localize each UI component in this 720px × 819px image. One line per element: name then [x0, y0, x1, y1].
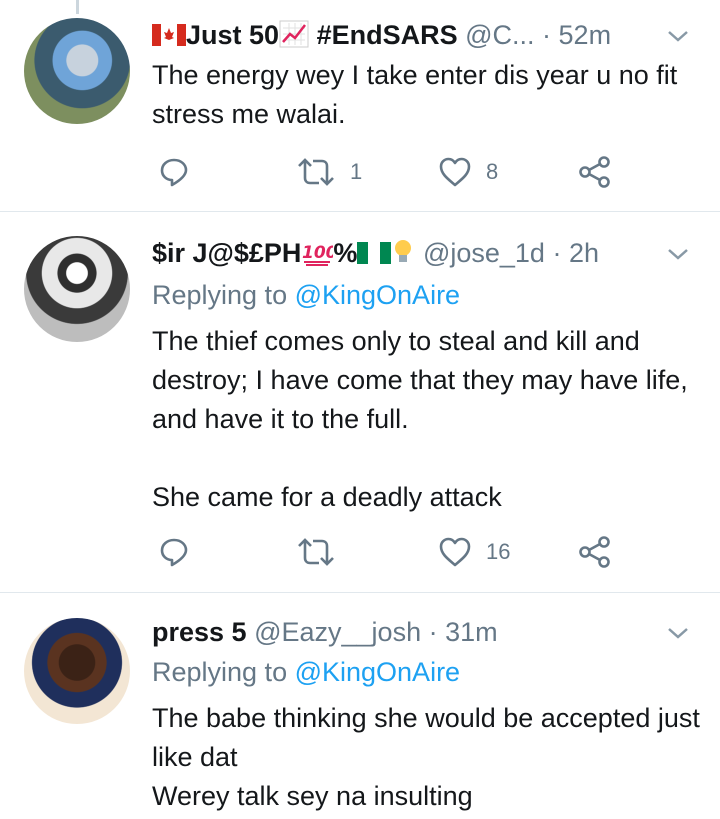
tweet-header: Just 50 #EndSARS @C... · 52m — [152, 18, 611, 52]
tweet-text: The babe thinking she would be accepted … — [152, 703, 700, 811]
retweet-button[interactable]: 1 — [296, 152, 362, 192]
like-count: 16 — [486, 539, 511, 564]
share-button[interactable] — [578, 532, 612, 572]
replying-to: Replying to @KingOnAire — [152, 278, 460, 312]
heart-icon — [439, 537, 471, 567]
replying-to: Replying to @KingOnAire — [152, 655, 460, 689]
separator: · — [534, 20, 559, 50]
tweet-header: press 5 @Eazy__josh · 31m — [152, 615, 498, 649]
reply-button[interactable] — [158, 152, 190, 192]
timestamp[interactable]: 31m — [445, 617, 498, 647]
display-name[interactable]: press 5 — [152, 617, 247, 647]
display-name-suffix: % — [333, 238, 358, 268]
timestamp[interactable]: 52m — [559, 20, 612, 50]
share-button[interactable] — [578, 152, 612, 192]
like-button[interactable]: 16 — [438, 532, 510, 572]
avatar[interactable] — [24, 618, 130, 724]
svg-text:100: 100 — [302, 243, 333, 263]
username[interactable]: @Eazy__josh — [254, 617, 421, 647]
share-icon — [579, 536, 610, 568]
timestamp[interactable]: 2h — [569, 238, 599, 268]
chart-emoji-icon — [279, 20, 309, 50]
tweet-actions: 16 — [0, 532, 720, 572]
like-count: 8 — [486, 159, 499, 184]
retweet-count: 1 — [350, 159, 363, 184]
tweet-actions: 1 8 — [0, 152, 720, 192]
chevron-down-icon[interactable] — [664, 240, 692, 268]
avatar[interactable] — [24, 18, 130, 124]
tweet-2[interactable]: $ir J@$£PH100% @jose_1d · 2h Replying to… — [0, 212, 720, 592]
retweet-icon — [298, 538, 334, 566]
chevron-down-icon[interactable] — [664, 22, 692, 50]
avatar[interactable] — [24, 236, 130, 342]
hundred-points-icon: 100 — [301, 238, 338, 268]
reply-icon — [160, 158, 188, 187]
like-button[interactable]: 8 — [438, 152, 498, 192]
tweet-text: The energy wey I take enter dis year u n… — [152, 60, 678, 129]
display-name[interactable]: Just 50 — [186, 20, 279, 50]
heart-icon — [439, 157, 471, 187]
display-name[interactable]: $ir J@$£PH — [152, 238, 301, 268]
share-icon — [579, 156, 610, 188]
username[interactable]: @C... — [465, 20, 534, 50]
reply-to-link[interactable]: @KingOnAire — [295, 280, 460, 310]
display-name-tag: #EndSARS — [309, 20, 458, 50]
replying-to-label: Replying to — [152, 280, 295, 310]
tweet-3[interactable]: press 5 @Eazy__josh · 31m Replying to @K… — [0, 593, 720, 819]
canada-flag-icon — [152, 20, 186, 46]
replying-to-label: Replying to — [152, 657, 295, 687]
chevron-down-icon[interactable] — [664, 619, 692, 647]
retweet-button[interactable] — [296, 532, 350, 572]
separator: · — [544, 238, 569, 268]
lightbulb-icon — [391, 238, 415, 268]
nigeria-flag-icon — [357, 238, 392, 264]
tweet-1[interactable]: Just 50 #EndSARS @C... · 52m The energy … — [0, 0, 720, 211]
reply-to-link[interactable]: @KingOnAire — [295, 657, 460, 687]
reply-icon — [160, 538, 188, 567]
separator: · — [421, 617, 446, 647]
reply-button[interactable] — [158, 532, 190, 572]
username[interactable]: @jose_1d — [423, 238, 545, 268]
tweet-text: The thief comes only to steal and kill a… — [152, 326, 688, 512]
retweet-icon — [298, 158, 334, 186]
tweet-header: $ir J@$£PH100% @jose_1d · 2h — [152, 236, 599, 270]
